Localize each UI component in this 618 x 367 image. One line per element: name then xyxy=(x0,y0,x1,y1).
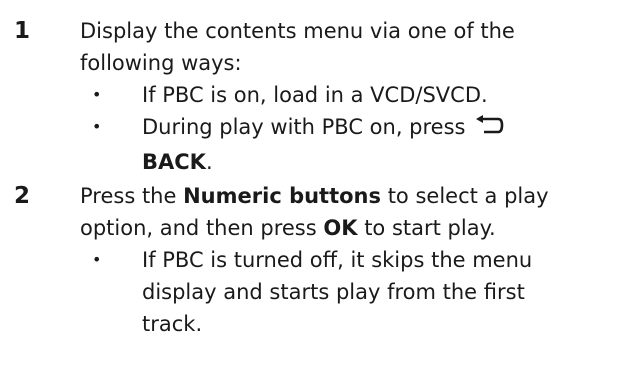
step-number: 1 xyxy=(14,18,31,44)
step-text: Press the Numeric buttons to select a pl… xyxy=(80,180,610,244)
step-text-pre: Press the xyxy=(80,184,177,208)
bullet-text: If PBC is on, load in a VCD/SVCD. xyxy=(142,83,488,107)
step-text-line: following ways: xyxy=(80,51,242,75)
step-text-line2-pre: option, and then press xyxy=(80,216,317,240)
step-text-line: option, and then press OK to start play. xyxy=(80,212,610,244)
ok-label: OK xyxy=(323,216,358,240)
bullet-icon: • xyxy=(92,85,102,104)
bullet-text: If PBC is turned off, it skips the menu … xyxy=(142,244,612,340)
back-arrow-icon xyxy=(474,114,504,146)
bullet-text-suffix: . xyxy=(205,150,213,174)
step-number: 2 xyxy=(14,183,31,209)
step-text-line2-post: to start play. xyxy=(364,216,496,240)
numeric-buttons-label: Numeric buttons xyxy=(183,184,382,208)
step-text-line: Press the Numeric buttons to select a pl… xyxy=(80,180,610,212)
bullet-text-line: display and starts play from the first xyxy=(142,280,525,304)
bullet-text-line: If PBC is turned off, it skips the menu xyxy=(142,248,533,272)
step-text: Display the contents menu via one of the… xyxy=(80,15,610,79)
bullet-text: During play with PBC on, press BACK. xyxy=(142,111,612,178)
step-text-mid: to select a play xyxy=(387,184,549,208)
back-label: BACK xyxy=(142,150,206,174)
bullet-text-prefix: During play with PBC on, press xyxy=(142,115,466,139)
step-text-line: Display the contents menu via one of the xyxy=(80,19,515,43)
bullet-icon: • xyxy=(92,250,102,269)
bullet-text-line: track. xyxy=(142,312,203,336)
bullet-icon: • xyxy=(92,117,102,136)
